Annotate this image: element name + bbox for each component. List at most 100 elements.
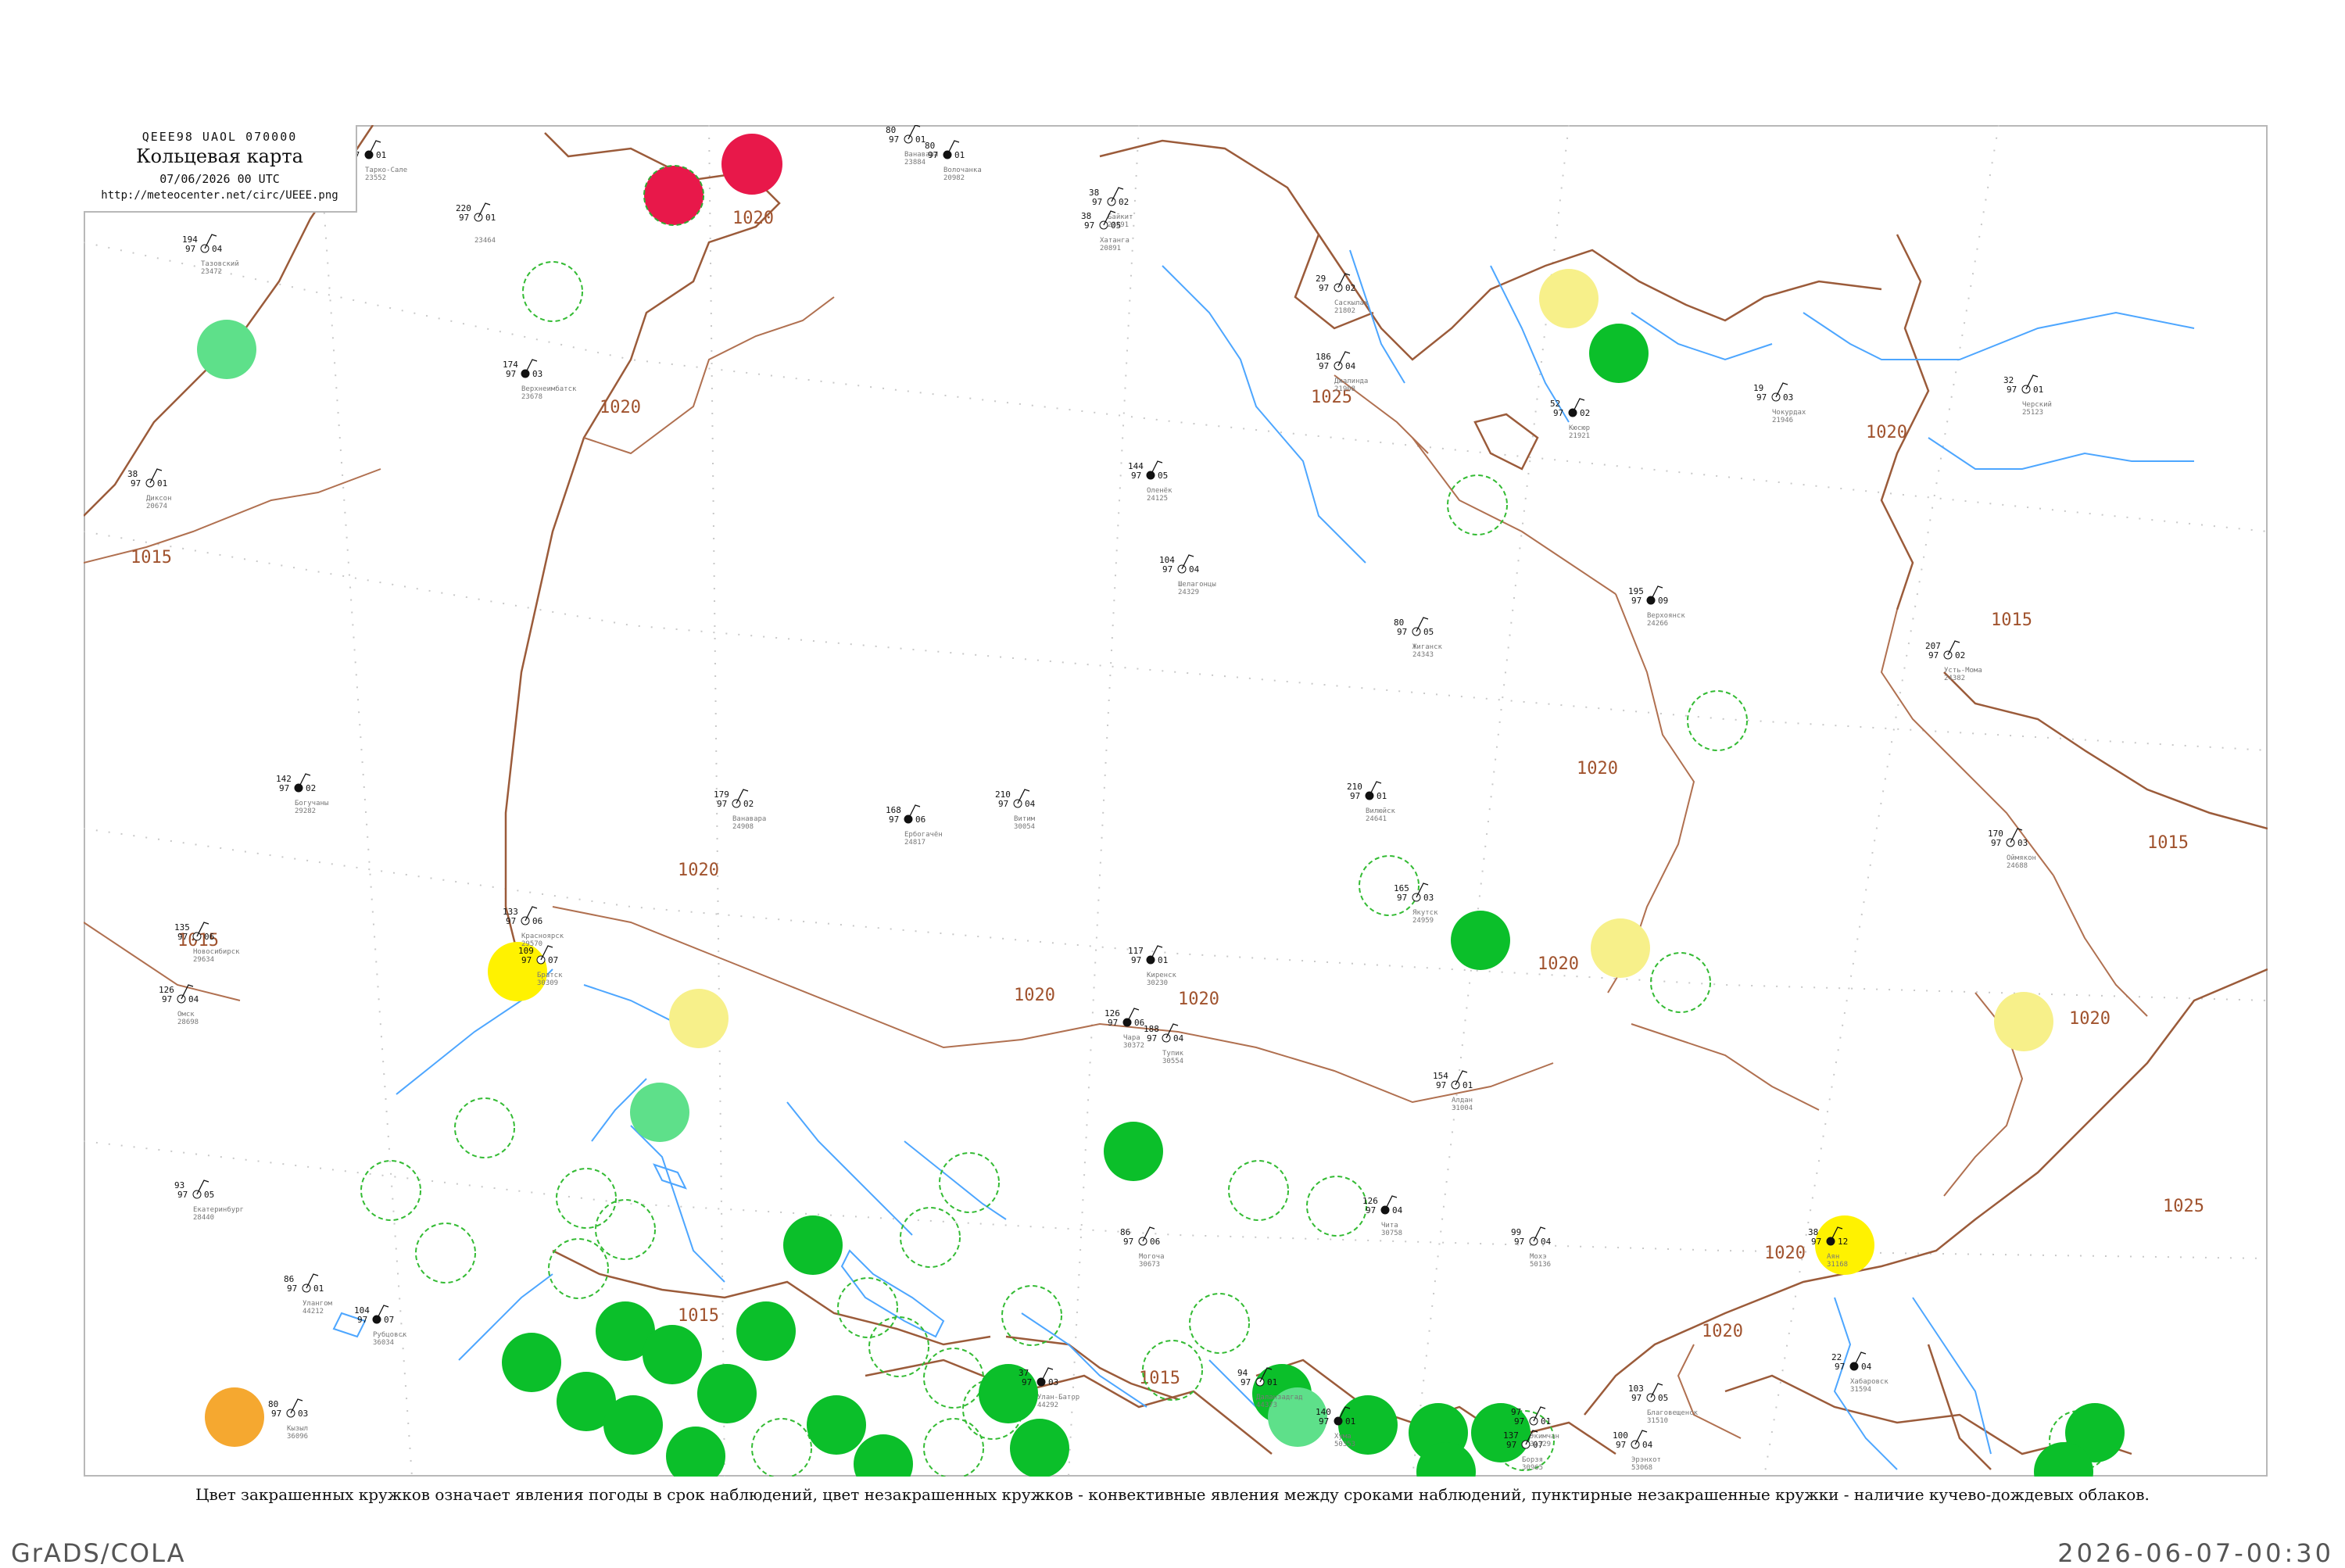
station-name: Тупик	[1162, 1050, 1184, 1058]
station-p: 02	[1119, 197, 1129, 207]
station-plot[interactable]: 22097 0123464	[456, 202, 496, 245]
station-plot[interactable]: 10497 04Шелагонцы24329	[1159, 554, 1216, 596]
station-t: 97	[1123, 1237, 1133, 1247]
station-plot[interactable]: 12697 06Чара30372	[1104, 1008, 1144, 1050]
station-id: 30965	[1522, 1464, 1543, 1472]
station-id: 24329	[1178, 589, 1199, 596]
station-p: 01	[2033, 385, 2043, 395]
station-plot[interactable]: 5297 02Кюсюр21921	[1550, 398, 1590, 440]
station-p: 01	[1377, 791, 1387, 801]
footer-timestamp: 2026-06-07-00:30	[2057, 1538, 2334, 1568]
synoptic-map[interactable]: 1020 1025 1020 1020 1015 1015 1015 1020 …	[84, 125, 2268, 1477]
station-name: Чокурдах	[1772, 409, 1806, 417]
cb-circle	[923, 1418, 984, 1477]
isobar-label: 1020	[600, 398, 641, 417]
station-plot[interactable]: 9397 05Екатеринбург28440	[174, 1180, 244, 1222]
station-plot[interactable]: 3897 01Диксон20674	[127, 468, 172, 510]
station-p: 04	[188, 994, 199, 1004]
station-cloud-icon	[1036, 1377, 1046, 1387]
station-name: Кюсюр	[1569, 424, 1590, 432]
station-p: 07	[548, 955, 558, 965]
isobar-label: 1020	[1702, 1322, 1743, 1341]
station-plot[interactable]: 8697 06Могоча30673	[1120, 1226, 1165, 1269]
rain-circle	[807, 1395, 866, 1455]
station-name: Джалинда	[1334, 378, 1368, 385]
station-plot[interactable]: 14497 05Оленёк24125	[1128, 460, 1172, 503]
station-plot[interactable]: 19497 04Тазовский23472	[182, 234, 239, 276]
station-plot[interactable]: 21097 04Витим30054	[995, 789, 1036, 831]
station-p: 03	[532, 369, 542, 379]
haze-circle	[1591, 918, 1650, 978]
station-p: 03	[1048, 1377, 1058, 1387]
station-plot[interactable]: 16597 03Якутск24959	[1394, 882, 1438, 925]
station-plot[interactable]: 10397 05Благовещенск31510	[1628, 1383, 1699, 1425]
station-cloud-icon	[145, 478, 155, 488]
station-plot[interactable]: 2997 02Саскылах21802	[1316, 273, 1369, 315]
station-cloud-icon	[1334, 283, 1343, 292]
station-t: 97	[889, 814, 899, 825]
station-p: 02	[306, 783, 316, 793]
cb-circle	[1447, 474, 1508, 535]
station-plot[interactable]: 9997 04Мохэ50136	[1511, 1226, 1552, 1269]
station-plot[interactable]: 21097 01Вилюйск24641	[1347, 781, 1396, 823]
station-t: 97	[1553, 408, 1563, 418]
isobar-label: 1020	[1178, 990, 1219, 1009]
station-cloud-icon	[1380, 1205, 1390, 1215]
station-plot[interactable]: 20797 02Усть-Мома24382	[1925, 640, 1982, 682]
station-p: 05	[204, 1190, 214, 1200]
isobar-label: 1020	[732, 209, 774, 228]
isobar-label: 1020	[1764, 1244, 1806, 1263]
station-p: 01	[1462, 1080, 1473, 1090]
station-plot[interactable]: 8097 05Жиганск24343	[1394, 617, 1443, 659]
station-plot[interactable]: 8697 01Улангом44212	[284, 1273, 333, 1316]
isobar-label: 1020	[1577, 759, 1618, 779]
station-id: 24125	[1147, 495, 1168, 503]
station-p: 12	[1838, 1237, 1848, 1247]
rain-circle	[643, 1325, 702, 1384]
cb-circle	[923, 1348, 984, 1409]
station-plot[interactable]: 19597 09Верхоянск24266	[1628, 585, 1685, 628]
station-plot[interactable]: 14297 02Богучаны29282	[276, 773, 328, 815]
station-plot[interactable]: 3297 01Черский25123	[2003, 374, 2052, 417]
station-t: 97	[2007, 385, 2017, 395]
station-name: Тарко-Сале	[365, 166, 407, 174]
station-plot[interactable]: 10097 04Эрэнхот53068	[1613, 1430, 1661, 1472]
station-id: 36096	[287, 1433, 308, 1441]
cb-circle	[900, 1207, 961, 1268]
station-plot[interactable]: 12697 04Чита30758	[1362, 1195, 1403, 1237]
station-cloud-icon	[1162, 1033, 1171, 1043]
station-plot[interactable]: 17097 03Оймякон24688	[1988, 828, 2036, 870]
station-plot[interactable]: 8097 03Кызыл36096	[268, 1398, 308, 1441]
station-name: Борзя	[1522, 1456, 1543, 1464]
station-name: Алдан	[1452, 1097, 1473, 1104]
rain-circle	[1589, 324, 1649, 383]
station-plot[interactable]: 17497 03Верхнеимбатск23678	[503, 359, 577, 401]
station-id: 28440	[193, 1214, 214, 1222]
station-name: Могоча	[1139, 1253, 1165, 1261]
station-cloud-icon	[1451, 1080, 1460, 1090]
station-p: 05	[1658, 1393, 1668, 1403]
station-id: 30758	[1381, 1230, 1402, 1237]
station-id: 30230	[1147, 979, 1168, 987]
station-id: 23464	[474, 237, 496, 245]
station-plot[interactable]: 12697 04Омск28698	[159, 984, 199, 1026]
rain-circle	[1010, 1419, 1069, 1477]
station-plot[interactable]: 1997 03Чокурдах21946	[1753, 382, 1806, 424]
station-p: 04	[1642, 1440, 1653, 1450]
station-name: Верхнеимбатск	[521, 385, 577, 393]
station-plot[interactable]: 8097 01Волочанка20982	[925, 140, 982, 182]
map-url[interactable]: http://meteocenter.net/circ/UEEE.png	[84, 189, 356, 202]
isobar-label: 1025	[2163, 1197, 2204, 1216]
station-id: 44212	[303, 1308, 324, 1316]
station-id: 24266	[1647, 620, 1668, 628]
station-p: 06	[204, 932, 214, 942]
station-cloud-icon	[1146, 471, 1155, 480]
rain-circle	[603, 1395, 663, 1455]
station-plot[interactable]: 17997 02Ванавара24908	[714, 789, 766, 831]
isobar-label: 1015	[1139, 1369, 1180, 1388]
isobar-label: 1020	[1538, 954, 1579, 974]
station-name: Красноярск	[521, 933, 564, 940]
station-plot[interactable]: 16897 06Ербогачён24817	[886, 804, 943, 847]
haze-circle	[1994, 992, 2053, 1051]
station-name: Эрэнхот	[1631, 1456, 1661, 1464]
